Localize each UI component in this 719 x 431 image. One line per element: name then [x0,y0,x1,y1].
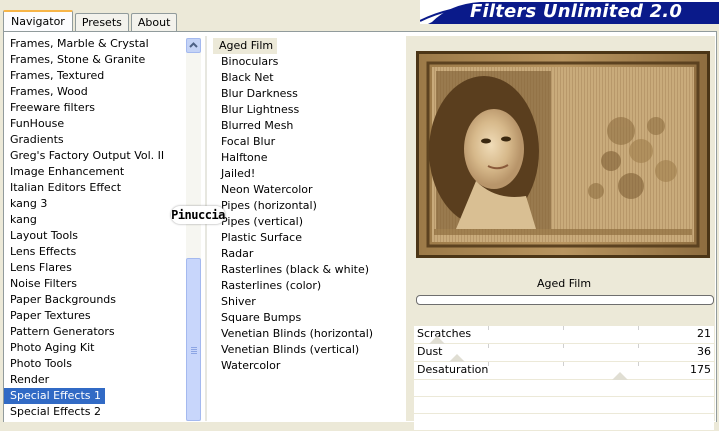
tab-navigator[interactable]: Navigator [3,10,73,32]
category-item[interactable]: Pattern Generators [4,324,184,340]
filter-item[interactable]: Blur Darkness [213,86,403,102]
filter-item[interactable]: Pipes (horizontal) [213,198,403,214]
grip-icon [191,347,197,354]
filter-item[interactable]: Focal Blur [213,134,403,150]
filter-item[interactable]: Rasterlines (color) [213,278,403,294]
scroll-up-button[interactable] [186,38,201,53]
filter-item[interactable]: Radar [213,246,403,262]
category-item[interactable]: Frames, Stone & Granite [4,52,184,68]
slider-thumb-icon[interactable] [612,372,628,380]
filter-item[interactable]: Blur Lightness [213,102,403,118]
category-scrollbar[interactable] [186,38,201,421]
filter-item[interactable]: Neon Watercolor [213,182,403,198]
category-item[interactable]: Special Effects 2 [4,404,184,420]
category-list[interactable]: Frames, Marble & Crystal Frames, Stone & … [4,36,184,421]
empty-param-row [414,414,714,431]
category-item[interactable]: Paper Textures [4,308,184,324]
param-value: 36 [697,345,711,358]
filter-item[interactable]: Binoculars [213,54,403,70]
category-item[interactable]: Layout Tools [4,228,184,244]
tab-about[interactable]: About [130,13,178,31]
category-item[interactable]: FunHouse [4,116,184,132]
tab-bar: Navigator Presets About [3,9,179,32]
scroll-thumb[interactable] [186,258,201,421]
filter-item[interactable]: Venetian Blinds (horizontal) [213,326,403,342]
category-item[interactable]: Greg's Factory Output Vol. II [4,148,184,164]
param-name: Dust [417,345,443,358]
category-item[interactable]: kang 3 [4,196,184,212]
category-item[interactable]: Noise Filters [4,276,184,292]
list-divider [205,36,207,421]
filter-item[interactable]: Halftone [213,150,403,166]
category-item[interactable]: Photo Aging Kit [4,340,184,356]
current-filter-label: Aged Film [415,272,713,296]
filter-item[interactable]: Pipes (vertical) [213,214,403,230]
preview-image [416,51,710,258]
filter-item[interactable]: Watercolor [213,358,403,374]
category-item[interactable]: kang [4,212,184,228]
filter-item[interactable]: Square Bumps [213,310,403,326]
param-value: 21 [697,327,711,340]
category-item[interactable]: Lens Effects [4,244,184,260]
param-value: 175 [690,363,711,376]
filter-item[interactable]: Black Net [213,70,403,86]
filter-item[interactable]: Aged Film [213,38,278,54]
category-item[interactable]: Lens Flares [4,260,184,276]
filter-list[interactable]: Aged Film Binoculars Black Net Blur Darknes… [213,38,403,421]
slider-thumb-icon[interactable] [449,354,465,362]
category-item[interactable]: Frames, Textured [4,68,184,84]
filter-item[interactable]: Jailed! [213,166,403,182]
watermark-label: Pinuccia [171,206,225,224]
empty-param-row [414,397,714,414]
empty-param-row [414,380,714,397]
param-name: Desaturation [417,363,489,376]
category-item[interactable]: Italian Editors Effect [4,180,184,196]
category-item[interactable]: Frames, Wood [4,84,184,100]
category-item[interactable]: Frames, Marble & Crystal [4,36,184,52]
param-desaturation[interactable]: Desaturation 175 [414,362,714,380]
category-item[interactable]: Gradients [4,132,184,148]
category-item[interactable]: Paper Backgrounds [4,292,184,308]
category-item[interactable]: Render [4,372,184,388]
filter-item[interactable]: Rasterlines (black & white) [213,262,403,278]
category-item[interactable]: Special Effects 1 [4,388,106,404]
category-item[interactable]: Image Enhancement [4,164,184,180]
chevron-up-icon [189,42,198,48]
slider-thumb-icon[interactable] [429,336,445,344]
category-item[interactable]: Photo Tools [4,356,184,372]
filter-item[interactable]: Plastic Surface [213,230,403,246]
tab-presets[interactable]: Presets [74,13,129,31]
category-item[interactable]: Freeware filters [4,100,184,116]
param-scratches[interactable]: Scratches 21 [414,326,714,344]
filter-item[interactable]: Shiver [213,294,403,310]
progress-bar [416,295,714,305]
app-title: Filters Unlimited 2.0 [470,1,683,22]
filter-item[interactable]: Blurred Mesh [213,118,403,134]
filter-item[interactable]: Venetian Blinds (vertical) [213,342,403,358]
